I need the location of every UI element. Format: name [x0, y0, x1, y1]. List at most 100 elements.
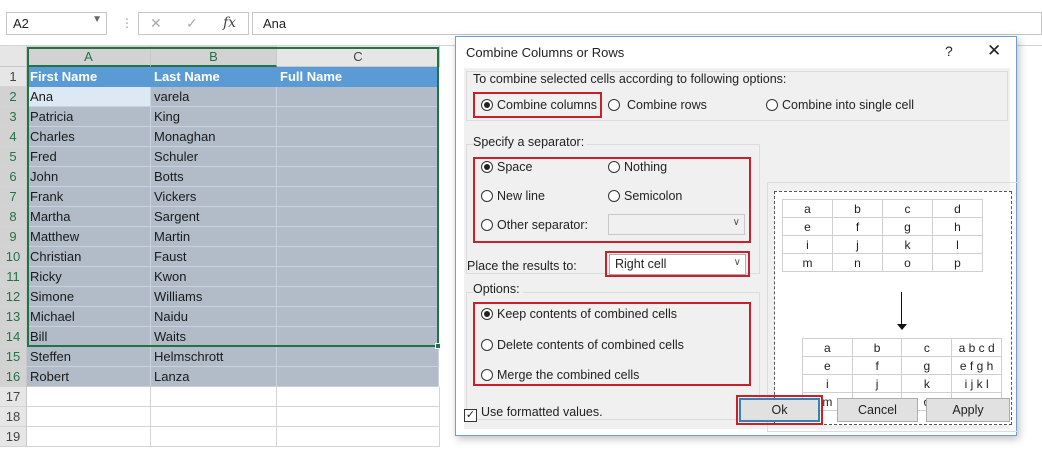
table-cell[interactable] [277, 147, 439, 167]
formula-input[interactable]: Ana [252, 12, 1042, 35]
name-box[interactable]: A2 ▼ [6, 12, 107, 35]
table-cell[interactable]: Martha [27, 207, 151, 227]
close-icon[interactable]: ✕ [987, 41, 1001, 61]
row-header[interactable]: 13 [0, 307, 27, 327]
chevron-down-icon[interactable]: ▼ [92, 14, 102, 25]
table-cell[interactable]: Fred [27, 147, 151, 167]
separator-other-radio[interactable]: Other separator: [481, 218, 588, 232]
apply-button[interactable]: Apply [926, 398, 1010, 422]
merge-cells-radio[interactable]: Merge the combined cells [481, 368, 639, 382]
row-header[interactable]: 18 [0, 407, 27, 427]
table-cell[interactable] [277, 327, 439, 347]
table-cell[interactable]: Christian [27, 247, 151, 267]
delete-contents-radio[interactable]: Delete contents of combined cells [481, 338, 684, 352]
separator-nothing-radio[interactable]: Nothing [608, 160, 667, 174]
table-cell[interactable]: Schuler [151, 147, 277, 167]
fill-handle[interactable] [435, 343, 441, 349]
separator-space-radio[interactable]: Space [481, 160, 532, 174]
table-cell[interactable]: John [27, 167, 151, 187]
table-cell[interactable]: Matthew [27, 227, 151, 247]
place-results-combo[interactable]: Right cell ∨ [609, 254, 746, 275]
row-header[interactable]: 6 [0, 167, 27, 187]
table-cell[interactable] [277, 207, 439, 227]
empty-cell[interactable] [27, 387, 151, 407]
table-cell[interactable]: Bill [27, 327, 151, 347]
row-header[interactable]: 8 [0, 207, 27, 227]
cancel-button[interactable]: Cancel [837, 398, 918, 422]
row-header[interactable]: 7 [0, 187, 27, 207]
table-cell[interactable]: Sargent [151, 207, 277, 227]
table-cell[interactable] [277, 187, 439, 207]
table-cell[interactable]: Frank [27, 187, 151, 207]
row-header[interactable]: 5 [0, 147, 27, 167]
table-cell[interactable] [277, 167, 439, 187]
separator-newline-radio[interactable]: New line [481, 189, 545, 203]
row-header[interactable]: 12 [0, 287, 27, 307]
table-cell[interactable]: Lanza [151, 367, 277, 387]
table-cell[interactable]: Ana [27, 87, 151, 107]
cancel-icon[interactable]: ✕ [150, 15, 162, 32]
insert-function-icon[interactable]: fx [223, 15, 236, 31]
header-cell[interactable]: First Name [27, 67, 151, 87]
table-cell[interactable]: Charles [27, 127, 151, 147]
enter-icon[interactable]: ✓ [186, 15, 198, 32]
table-cell[interactable]: Faust [151, 247, 277, 267]
table-cell[interactable]: Monaghan [151, 127, 277, 147]
empty-cell[interactable] [277, 387, 440, 407]
column-header-a[interactable]: A [27, 46, 151, 67]
table-cell[interactable]: King [151, 107, 277, 127]
table-cell[interactable] [277, 227, 439, 247]
table-cell[interactable]: Robert [27, 367, 151, 387]
empty-cell[interactable] [277, 427, 440, 447]
empty-cell[interactable] [151, 407, 277, 427]
table-cell[interactable] [277, 127, 439, 147]
row-header[interactable]: 14 [0, 327, 27, 347]
table-cell[interactable] [277, 347, 439, 367]
empty-cell[interactable] [151, 387, 277, 407]
row-header[interactable]: 4 [0, 127, 27, 147]
row-header[interactable]: 3 [0, 107, 27, 127]
table-cell[interactable]: Patricia [27, 107, 151, 127]
row-header[interactable]: 15 [0, 347, 27, 367]
table-cell[interactable]: Vickers [151, 187, 277, 207]
table-cell[interactable] [277, 267, 439, 287]
use-formatted-checkbox[interactable]: ✓ Use formatted values. [464, 405, 603, 422]
table-cell[interactable]: Kwon [151, 267, 277, 287]
empty-cell[interactable] [277, 407, 440, 427]
header-cell[interactable]: Last Name [151, 67, 277, 87]
table-cell[interactable]: Martin [151, 227, 277, 247]
empty-cell[interactable] [27, 407, 151, 427]
table-cell[interactable]: varela [151, 87, 277, 107]
keep-contents-radio[interactable]: Keep contents of combined cells [481, 307, 677, 321]
table-cell[interactable]: Williams [151, 287, 277, 307]
row-header[interactable]: 17 [0, 387, 27, 407]
table-cell[interactable] [277, 287, 439, 307]
table-cell[interactable] [277, 307, 439, 327]
table-cell[interactable]: Waits [151, 327, 277, 347]
header-cell[interactable]: Full Name [277, 67, 439, 87]
table-cell[interactable]: Helmschrott [151, 347, 277, 367]
row-header[interactable]: 19 [0, 427, 27, 447]
row-header[interactable]: 16 [0, 367, 27, 387]
table-cell[interactable] [277, 247, 439, 267]
row-header[interactable]: 2 [0, 87, 27, 107]
table-cell[interactable]: Botts [151, 167, 277, 187]
ok-button[interactable]: Ok [739, 398, 820, 422]
other-separator-combo[interactable]: ∨ [608, 214, 745, 235]
empty-cell[interactable] [151, 427, 277, 447]
help-icon[interactable]: ? [945, 43, 953, 59]
table-cell[interactable] [277, 107, 439, 127]
combine-single-cell-radio[interactable]: Combine into single cell [766, 98, 914, 112]
row-header[interactable]: 10 [0, 247, 27, 267]
select-all-corner[interactable] [0, 46, 27, 67]
table-cell[interactable]: Michael [27, 307, 151, 327]
table-cell[interactable]: Naidu [151, 307, 277, 327]
table-cell[interactable] [277, 87, 439, 107]
table-cell[interactable]: Steffen [27, 347, 151, 367]
separator-semicolon-radio[interactable]: Semicolon [608, 189, 682, 203]
column-header-c[interactable]: C [277, 46, 440, 67]
table-cell[interactable]: Simone [27, 287, 151, 307]
table-cell[interactable]: Ricky [27, 267, 151, 287]
row-header[interactable]: 11 [0, 267, 27, 287]
empty-cell[interactable] [27, 427, 151, 447]
